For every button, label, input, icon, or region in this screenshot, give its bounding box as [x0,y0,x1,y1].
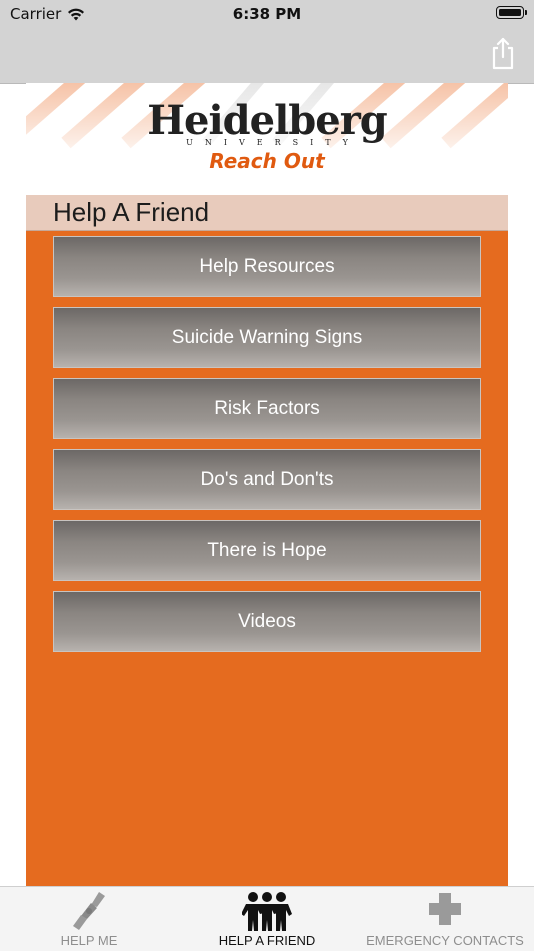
suicide-warning-signs-button[interactable]: Suicide Warning Signs [53,307,481,368]
tab-help-me[interactable]: HELP ME [0,887,178,951]
tab-bar: HELP ME HELP A FRIEND EMERGENCY CONTACTS [0,886,534,951]
tab-emergency-contacts-label: EMERGENCY CONTACTS [366,933,524,948]
share-button[interactable] [488,36,518,70]
share-icon [492,37,514,70]
cross-icon [429,893,461,925]
risk-factors-button[interactable]: Risk Factors [53,378,481,439]
videos-button[interactable]: Videos [53,591,481,652]
page-title: Help A Friend [53,197,210,227]
help-resources-button[interactable]: Help Resources [53,236,481,297]
tab-help-me-label: HELP ME [60,933,118,948]
menu-list: Help Resources Suicide Warning Signs Ris… [53,236,481,662]
logo-subtitle: UNIVERSITY [186,138,360,147]
helping-hands-icon [73,892,105,930]
battery-icon [496,6,527,19]
logo-wordmark: Heidelberg [147,97,388,144]
tab-help-a-friend-label: HELP A FRIEND [218,933,316,948]
logo-tagline: Reach Out [209,149,325,173]
brand-banner: Heidelberg UNIVERSITY Reach Out [26,83,508,195]
university-logo: Heidelberg UNIVERSITY Reach Out [26,97,508,173]
section-header: Help A Friend [26,195,508,231]
navigation-bar: Carrier 6:38 PM [0,0,534,84]
status-time: 6:38 PM [232,5,302,23]
tab-emergency-contacts[interactable]: EMERGENCY CONTACTS [356,887,534,951]
there-is-hope-button[interactable]: There is Hope [53,520,481,581]
friends-icon [242,892,292,931]
tab-help-a-friend[interactable]: HELP A FRIEND [178,887,356,951]
dos-and-donts-button[interactable]: Do's and Don'ts [53,449,481,510]
content-area: Heidelberg UNIVERSITY Reach Out Help A F… [26,83,508,887]
